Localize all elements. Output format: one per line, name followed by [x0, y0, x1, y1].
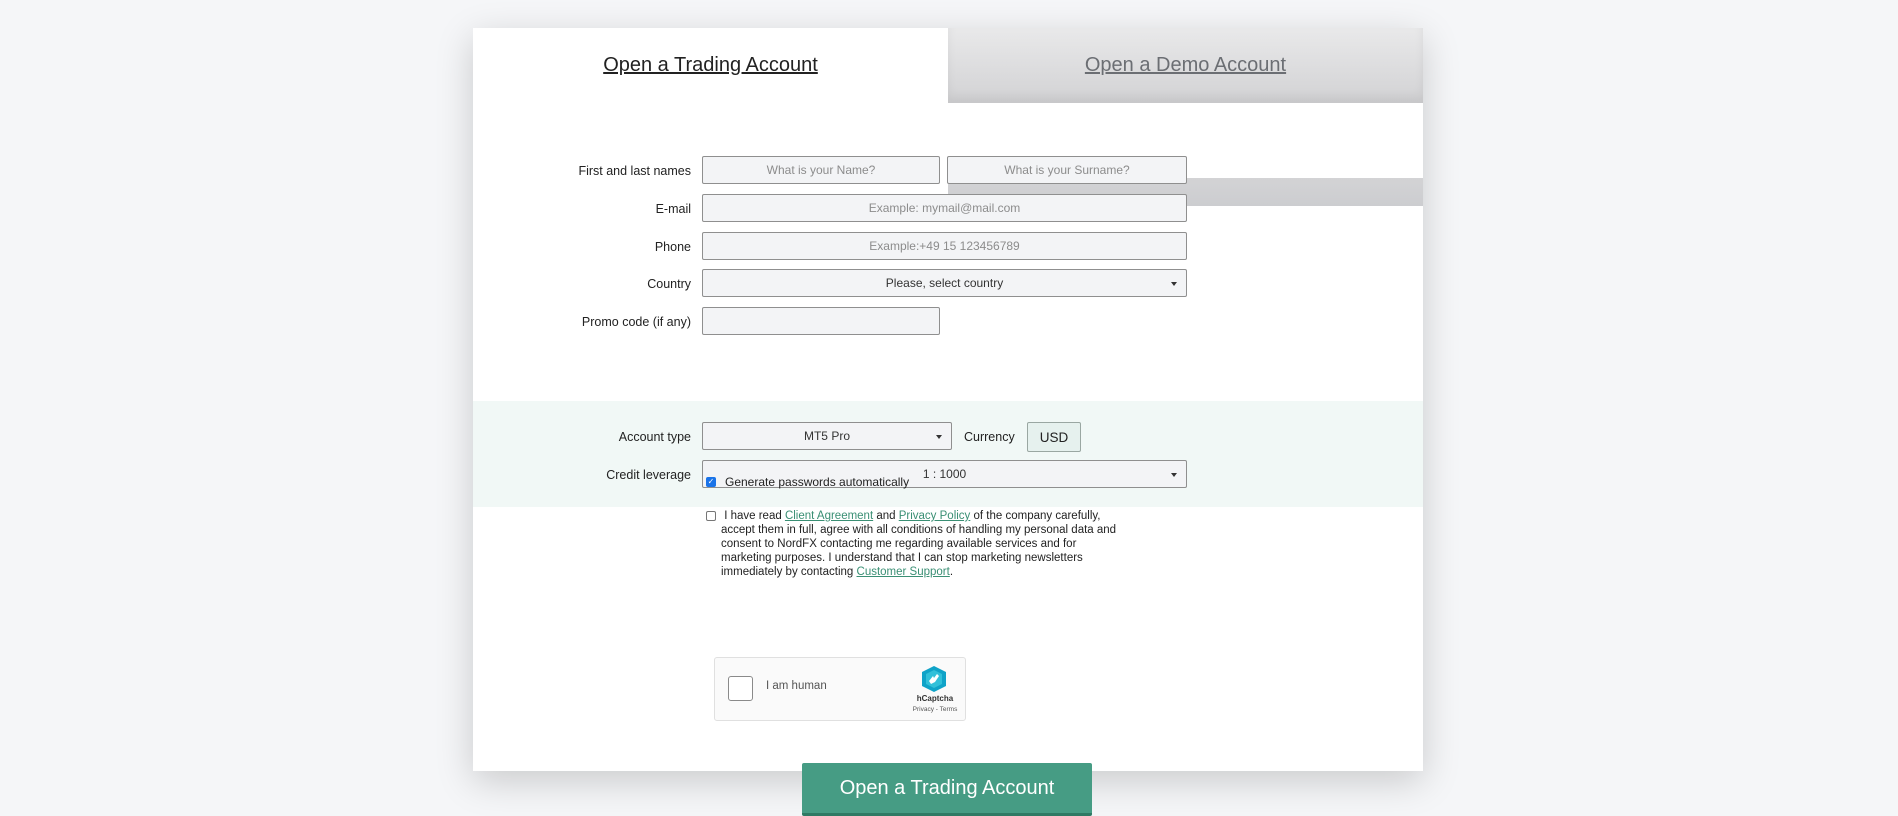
agreement-text-part: .: [949, 566, 954, 578]
registration-card: Open a Trading Account Open a Demo Accou…: [473, 28, 1423, 816]
agreement-text: I have read Client Agreement and Privacy…: [721, 509, 1121, 579]
account-settings-band: Account type MT5 Pro Currency USD Credit…: [473, 401, 1423, 507]
open-trading-account-button[interactable]: Open a Trading Account: [802, 763, 1092, 816]
agreement-text-part: and: [873, 510, 899, 522]
promo-code-input[interactable]: [702, 307, 940, 335]
generate-passwords-checkbox[interactable]: ✓: [706, 477, 716, 487]
country-label: Country: [647, 277, 691, 291]
phone-input[interactable]: [702, 232, 1187, 260]
email-input[interactable]: [702, 194, 1187, 222]
generate-passwords-option: ✓ Generate passwords automatically: [706, 475, 1006, 491]
account-type-row: Account type MT5 Pro Currency USD: [473, 422, 1423, 452]
leverage-label: Credit leverage: [606, 468, 691, 482]
agreement-text-part: I have read: [724, 510, 785, 522]
generate-passwords-label: Generate passwords automatically: [725, 475, 910, 489]
agreement-checkbox[interactable]: [706, 511, 716, 521]
country-row: Country Please, select country: [473, 269, 1423, 299]
account-type-value: MT5 Pro: [803, 429, 850, 443]
customer-support-link[interactable]: Customer Support: [857, 566, 950, 578]
account-type-select[interactable]: MT5 Pro: [702, 422, 952, 450]
names-row: First and last names: [473, 156, 1423, 186]
chevron-down-icon: [936, 435, 942, 439]
captcha-links[interactable]: Privacy - Terms: [911, 706, 959, 713]
tab-trading-account[interactable]: Open a Trading Account: [473, 28, 948, 103]
country-select-value: Please, select country: [885, 276, 1004, 290]
tab-demo-account[interactable]: Open a Demo Account: [948, 28, 1423, 103]
hcaptcha-logo-icon: [922, 666, 946, 692]
promo-label: Promo code (if any): [581, 315, 691, 329]
form-panel: First and last names E-mail Phone Countr…: [473, 103, 1423, 816]
privacy-policy-link[interactable]: Privacy Policy: [899, 510, 971, 522]
surname-input[interactable]: [947, 156, 1187, 184]
email-row: E-mail: [473, 194, 1423, 224]
names-label: First and last names: [578, 164, 691, 178]
currency-value: USD: [1027, 422, 1081, 452]
captcha-label: I am human: [766, 680, 827, 692]
promo-row: Promo code (if any): [473, 307, 1423, 337]
phone-row: Phone: [473, 232, 1423, 262]
account-type-label: Account type: [618, 430, 691, 444]
agreement-option: I have read Client Agreement and Privacy…: [706, 509, 1126, 599]
chevron-down-icon: [1171, 282, 1177, 286]
phone-label: Phone: [654, 240, 691, 254]
chevron-down-icon: [1171, 473, 1177, 477]
captcha-checkbox[interactable]: [728, 676, 753, 701]
email-label: E-mail: [655, 202, 691, 216]
country-select[interactable]: Please, select country: [702, 269, 1187, 297]
currency-label: Currency: [964, 430, 1015, 444]
captcha-brand: hCaptcha: [916, 694, 954, 703]
first-name-input[interactable]: [702, 156, 940, 184]
hcaptcha-widget: I am human hCaptcha Privacy - Terms: [714, 657, 966, 721]
client-agreement-link[interactable]: Client Agreement: [785, 510, 873, 522]
